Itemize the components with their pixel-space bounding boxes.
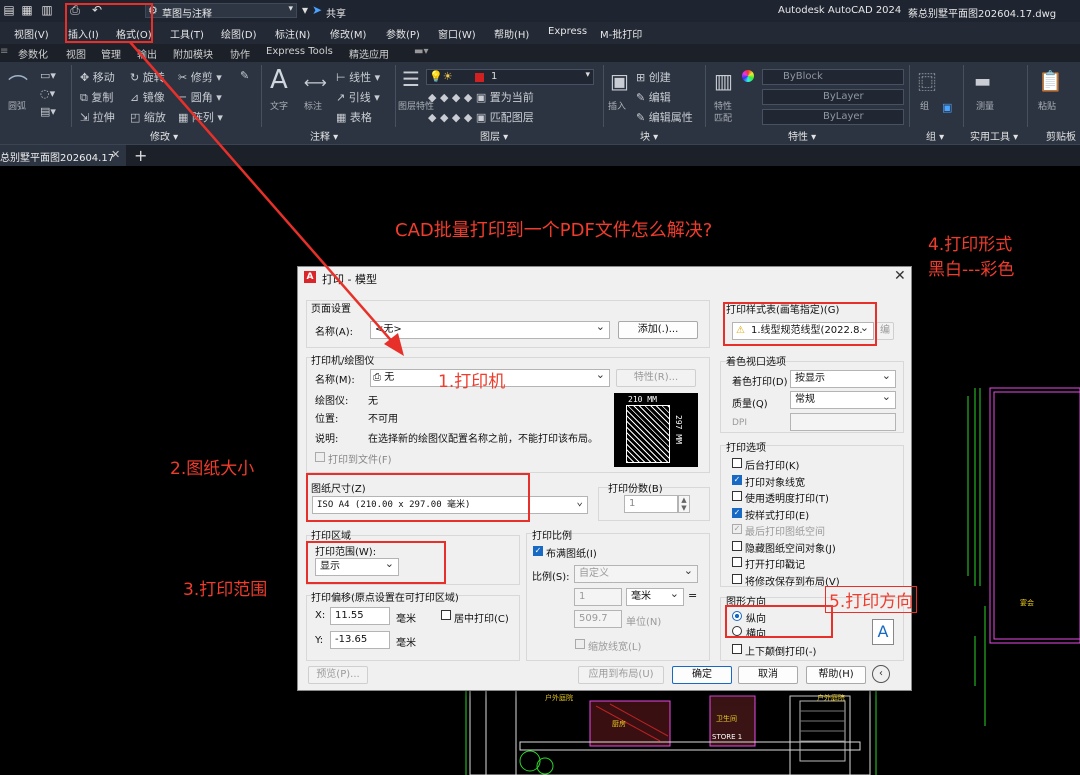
annotation-color-mode: 黑白---彩色 <box>928 260 1015 280</box>
annotation-plot-area: 3.打印范围 <box>183 580 268 600</box>
annotation-orientation: 5.打印方向 <box>825 586 918 613</box>
annotation-plot-style: 4.打印形式 <box>928 235 1013 255</box>
annotation-printer: 1.打印机 <box>438 372 506 392</box>
annotation-title: CAD批量打印到一个PDF文件怎么解决? <box>395 220 713 241</box>
annotation-paper-size: 2.图纸大小 <box>170 459 255 479</box>
annotation-arrow <box>129 41 404 356</box>
